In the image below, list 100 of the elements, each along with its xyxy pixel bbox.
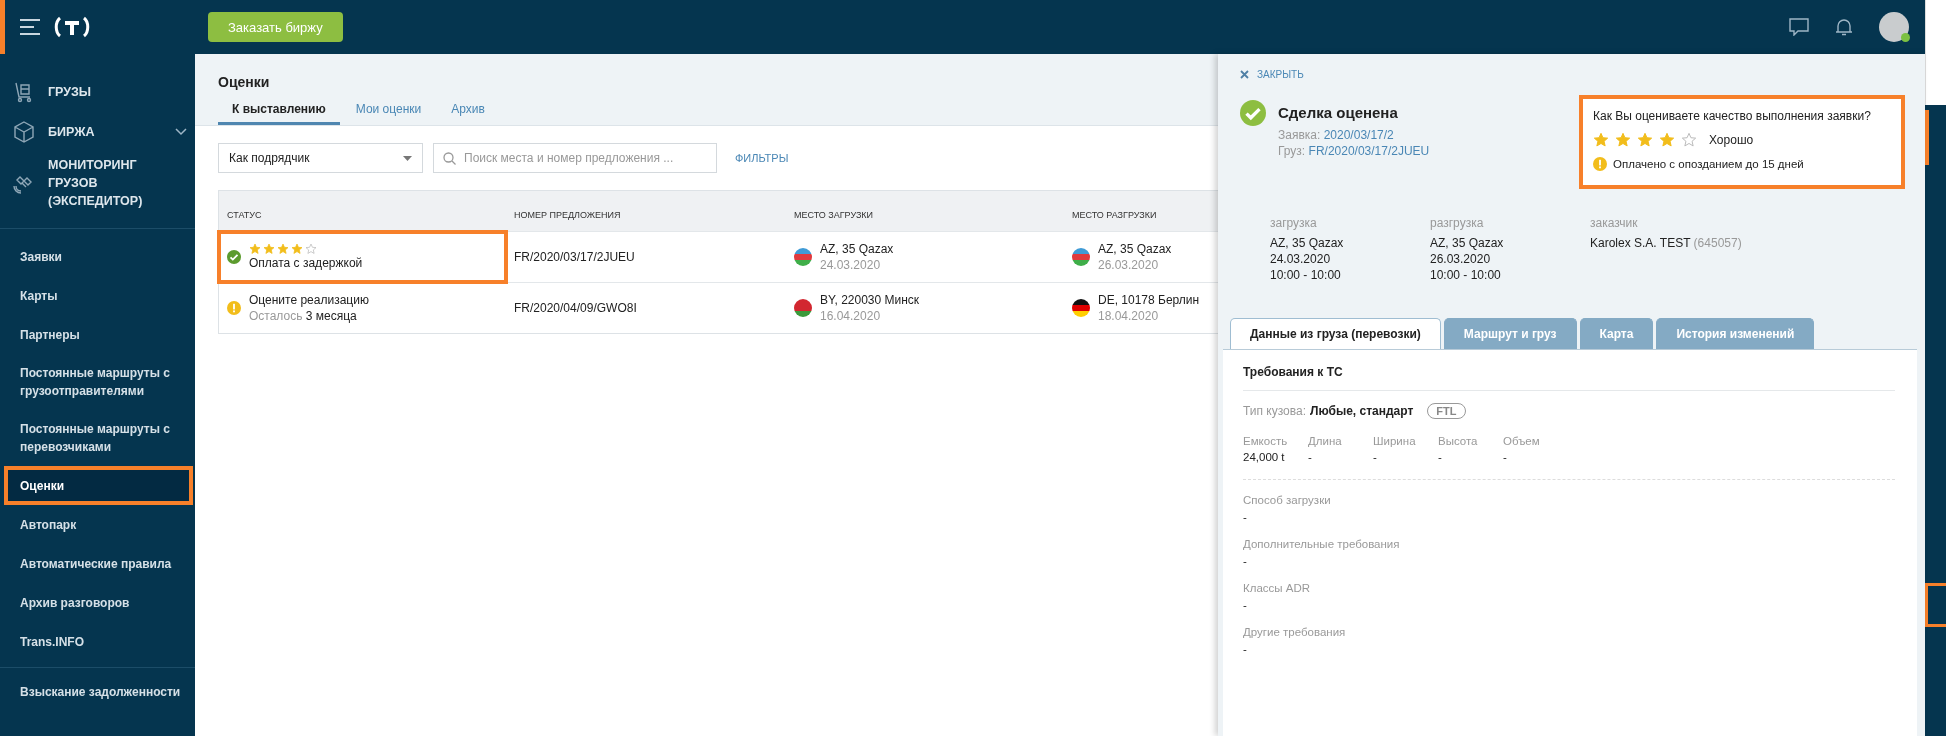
stop-label: разгрузка bbox=[1430, 215, 1485, 231]
tab[interactable]: Мои оценки bbox=[341, 102, 436, 125]
field-label: Способ загрузки bbox=[1243, 493, 1332, 508]
field-value: - bbox=[1243, 598, 1248, 613]
status-text: Оплата с задержкой bbox=[249, 255, 363, 271]
dimension-label: Длина bbox=[1308, 434, 1343, 449]
caret-icon bbox=[403, 155, 412, 161]
sidebar-item[interactable]: Постоянные маршруты с грузоотправителями bbox=[0, 354, 195, 410]
field-value: - bbox=[1243, 510, 1248, 525]
sidebar-item[interactable]: Партнеры bbox=[0, 315, 195, 354]
date-text: 16.04.2020 bbox=[820, 308, 882, 324]
field-label: Классы ADR bbox=[1243, 581, 1312, 596]
check-circle-icon bbox=[1240, 100, 1266, 126]
cargo-link[interactable]: FR/2020/03/17/2JUEU bbox=[1308, 144, 1430, 158]
user-avatar[interactable] bbox=[1879, 12, 1909, 42]
star-rating[interactable] bbox=[1593, 132, 1697, 148]
star-icon bbox=[263, 243, 275, 255]
remaining-text: Осталось 3 месяца bbox=[249, 308, 358, 324]
dimension-label: Ширина bbox=[1373, 434, 1417, 449]
rating-question: Как Вы оцениваете качество выполнения заявки? bbox=[1593, 109, 1872, 123]
stop-detail: AZ, 35 Qazax bbox=[1430, 235, 1505, 251]
offer-number: FR/2020/03/17/2JUEU bbox=[514, 250, 635, 264]
field-value: - bbox=[1243, 642, 1248, 657]
chat-icon[interactable] bbox=[1789, 18, 1809, 36]
place-text: DE, 10178 Берлин bbox=[1098, 292, 1200, 308]
dimension-value: - bbox=[1308, 450, 1313, 465]
sidebar-item[interactable]: Архив разговоров bbox=[0, 583, 195, 622]
role-select[interactable]: Как подрядчик bbox=[218, 143, 423, 173]
column-header: МЕСТО ЗАГРУЗКИ bbox=[793, 209, 875, 220]
flag-icon bbox=[1072, 299, 1090, 317]
bell-icon[interactable] bbox=[1835, 18, 1853, 36]
column-header: МЕСТО РАЗГРУЗКИ bbox=[1071, 209, 1158, 220]
flag-icon bbox=[1072, 248, 1090, 266]
field-label: Другие требования bbox=[1243, 625, 1347, 640]
body-type-value: Любые, стандарт bbox=[1310, 404, 1414, 418]
warning-icon bbox=[227, 301, 241, 315]
section-title: Требования к ТС bbox=[1243, 365, 1895, 391]
date-text: 24.03.2020 bbox=[820, 257, 882, 273]
tab[interactable]: Данные из груза (перевозки) bbox=[1230, 318, 1441, 349]
stop-detail: 26.03.2020 bbox=[1430, 251, 1492, 267]
status-text: Оцените реализацию bbox=[249, 292, 369, 308]
field-label: Дополнительные требования bbox=[1243, 537, 1401, 552]
sidebar-item[interactable]: Карты bbox=[0, 276, 195, 315]
filters-link[interactable]: ФИЛЬТРЫ bbox=[735, 152, 789, 164]
sidebar-item[interactable]: Оценки bbox=[4, 466, 193, 505]
place-text: BY, 220030 Минск bbox=[820, 292, 920, 308]
star-icon bbox=[1681, 132, 1697, 148]
flag-icon bbox=[794, 299, 812, 317]
rating-verdict: Хорошо bbox=[1709, 133, 1754, 147]
page-title: Оценки bbox=[218, 74, 271, 90]
logo-icon[interactable] bbox=[54, 16, 90, 38]
star-icon bbox=[1659, 132, 1675, 148]
deal-title: Сделка оценена bbox=[1278, 104, 1399, 121]
sidebar-section[interactable]: МОНИТОРИНГ ГРУЗОВ (ЭКСПЕДИТОР) bbox=[0, 152, 195, 214]
chevron-down-icon bbox=[175, 128, 187, 136]
dimension-value: 24,000 t bbox=[1243, 450, 1286, 465]
stop-detail: 10:00 - 10:00 bbox=[1430, 267, 1502, 283]
cargo-line: Груз: FR/2020/03/17/2JUEU bbox=[1278, 143, 1430, 159]
tab[interactable]: Архив bbox=[437, 102, 499, 125]
stop-detail: 24.03.2020 bbox=[1270, 251, 1332, 267]
menu-icon[interactable] bbox=[20, 19, 40, 35]
dimension-label: Объем bbox=[1503, 434, 1541, 449]
sidebar-item[interactable]: Постоянные маршруты с перевозчиками bbox=[0, 410, 195, 466]
star-icon bbox=[1637, 132, 1653, 148]
sidebar-item[interactable]: Заявки bbox=[0, 237, 195, 276]
place-text: AZ, 35 Qazax bbox=[820, 241, 894, 257]
star-icon bbox=[249, 243, 261, 255]
tab[interactable]: К выставлению bbox=[218, 102, 340, 125]
payment-note: Оплачено с опозданием до 15 дней bbox=[1613, 158, 1804, 170]
star-icon bbox=[305, 243, 317, 255]
sidebar-section[interactable]: ГРУЗЫ bbox=[0, 72, 195, 112]
date-text: 26.03.2020 bbox=[1098, 257, 1160, 273]
dimension-label: Емкость bbox=[1243, 434, 1288, 449]
close-button[interactable]: ЗАКРЫТЬ bbox=[1240, 69, 1304, 80]
sidebar-item[interactable]: Автопарк bbox=[0, 505, 195, 544]
dimension-value: - bbox=[1503, 450, 1508, 465]
date-text: 18.04.2020 bbox=[1098, 308, 1160, 324]
star-icon bbox=[277, 243, 289, 255]
sidebar-item[interactable]: Trans.INFO bbox=[0, 622, 195, 661]
column-header: СТАТУС bbox=[226, 209, 263, 220]
column-header: НОМЕР ПРЕДЛОЖЕНИЯ bbox=[513, 209, 622, 220]
star-icon bbox=[291, 243, 303, 255]
accent-bar bbox=[0, 0, 5, 54]
search-icon bbox=[443, 152, 456, 165]
search-field[interactable]: Поиск места и номер предложения ... bbox=[433, 143, 717, 173]
star-icon bbox=[1615, 132, 1631, 148]
box-icon bbox=[12, 120, 36, 144]
customer-label: заказчик bbox=[1590, 215, 1639, 231]
dimension-value: - bbox=[1438, 450, 1443, 465]
order-link[interactable]: 2020/03/17/2 bbox=[1323, 128, 1394, 142]
check-circle-icon bbox=[227, 250, 241, 264]
sidebar-section[interactable]: БИРЖА bbox=[0, 112, 195, 152]
stop-label: загрузка bbox=[1270, 215, 1318, 231]
dimension-value: - bbox=[1373, 450, 1378, 465]
order-line: Заявка: 2020/03/17/2 bbox=[1278, 127, 1395, 143]
stop-detail: 10:00 - 10:00 bbox=[1270, 267, 1342, 283]
warning-icon bbox=[1593, 157, 1607, 171]
sidebar-item[interactable]: Взыскание задолженности bbox=[0, 672, 195, 711]
sidebar-item[interactable]: Автоматические правила bbox=[0, 544, 195, 583]
dimension-label: Высота bbox=[1438, 434, 1479, 449]
